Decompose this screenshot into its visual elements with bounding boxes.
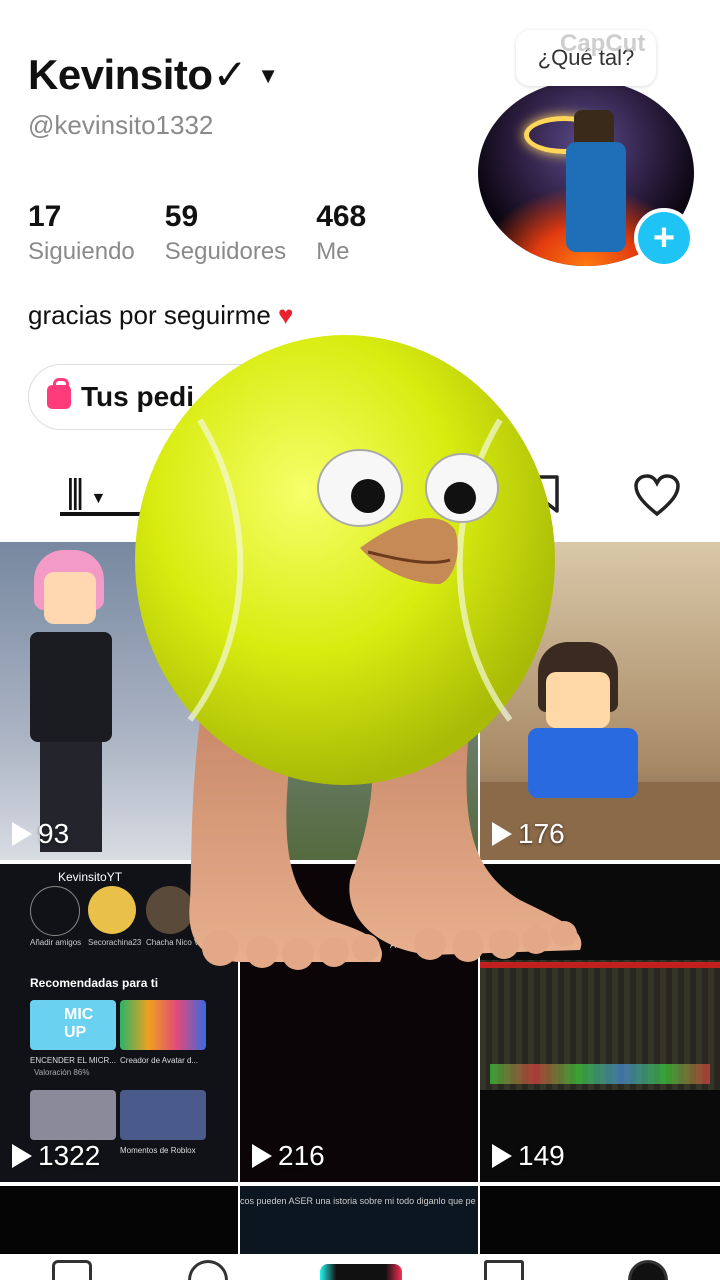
- stat-label: Seguidores: [164, 238, 287, 265]
- play-icon: [492, 1144, 512, 1168]
- stat-followers[interactable]: 59 Seguidores: [165, 200, 286, 266]
- view-count: 216: [252, 1140, 325, 1172]
- video-thumbnail[interactable]: [0, 1186, 238, 1254]
- recommended-heading: Recomendadas para ti: [30, 976, 159, 990]
- video-caption: cos pueden ASER una istoria sobre mi tod…: [240, 1196, 476, 1206]
- profile-bio: gracias por seguirme ♥: [28, 300, 293, 331]
- video-thumbnail[interactable]: KevinsitoYT Añadir amigos Secorachina23 …: [0, 864, 238, 1182]
- play-icon: [252, 1144, 272, 1168]
- video-thumbnail[interactable]: [240, 542, 478, 860]
- shopping-bag-icon: [47, 378, 71, 409]
- bottom-nav: [0, 1254, 720, 1280]
- stat-count: 17: [28, 200, 62, 233]
- inner-header: KevinsitoYT: [58, 870, 123, 884]
- stat-following[interactable]: 17 Siguiendo: [28, 200, 135, 266]
- tab-videos[interactable]: ||| ▼: [66, 470, 106, 512]
- play-icon: [492, 822, 512, 846]
- orders-button-label: Tus pedi: [81, 381, 195, 412]
- profile-icon[interactable]: [628, 1260, 668, 1280]
- stat-label: Me: [316, 238, 350, 265]
- stat-count: 59: [164, 200, 199, 233]
- view-count: 93: [12, 818, 69, 850]
- stat-count: 468: [316, 200, 367, 233]
- play-icon: [12, 1144, 32, 1168]
- active-tab-indicator: [60, 512, 140, 516]
- view-count: 176: [492, 818, 565, 850]
- game-tile: MIC UP: [30, 1000, 116, 1050]
- friend-avatar: [146, 886, 194, 934]
- view-count: 149: [492, 1140, 565, 1172]
- chevron-down-icon[interactable]: ▼: [257, 63, 279, 89]
- game-tile: [120, 1000, 206, 1050]
- bookmark-icon[interactable]: [528, 474, 560, 514]
- game-tile: [120, 1090, 206, 1140]
- stat-likes[interactable]: 468 Me: [316, 200, 366, 266]
- video-thumbnail[interactable]: ASER u... 216: [240, 864, 478, 1182]
- profile-name-row[interactable]: Kevinsito✓ ▼: [28, 50, 279, 99]
- view-count: 1322: [12, 1140, 100, 1172]
- heart-icon[interactable]: [632, 472, 682, 518]
- chevron-down-icon: ▼: [90, 490, 107, 507]
- profile-handle: @kevinsito1332: [28, 110, 214, 140]
- grid-icon: |||: [66, 473, 84, 511]
- home-icon[interactable]: [52, 1260, 92, 1280]
- create-button[interactable]: [320, 1264, 402, 1280]
- bio-text: gracias por seguirme: [28, 300, 271, 330]
- play-icon: [12, 822, 32, 846]
- profile-name: Kevinsito✓: [28, 51, 248, 98]
- profile-stats: 17 Siguiendo 59 Seguidores 468 Me: [28, 200, 366, 266]
- friend-avatar: [88, 886, 136, 934]
- video-caption: ASER u...: [390, 940, 430, 950]
- add-friend-icon: [30, 886, 80, 936]
- video-thumbnail[interactable]: 149: [480, 864, 720, 1182]
- add-story-plus-icon[interactable]: +: [634, 208, 694, 268]
- video-thumbnail[interactable]: 93: [0, 542, 238, 860]
- capcut-watermark: CapCut: [560, 30, 646, 57]
- orders-button[interactable]: Tus pedi: [28, 364, 298, 430]
- video-thumbnail[interactable]: [480, 1186, 720, 1254]
- video-thumbnail[interactable]: 176: [480, 542, 720, 860]
- video-thumbnail[interactable]: cos pueden ASER una istoria sobre mi tod…: [240, 1186, 478, 1254]
- inbox-icon[interactable]: [484, 1260, 524, 1280]
- heart-emoji-icon: ♥: [278, 300, 294, 330]
- friends-icon[interactable]: [188, 1260, 228, 1280]
- video-grid: 93 176 KevinsitoYT Añadir amigos Secorac…: [0, 542, 720, 1254]
- game-tile: [30, 1090, 116, 1140]
- stat-label: Siguiendo: [28, 238, 135, 265]
